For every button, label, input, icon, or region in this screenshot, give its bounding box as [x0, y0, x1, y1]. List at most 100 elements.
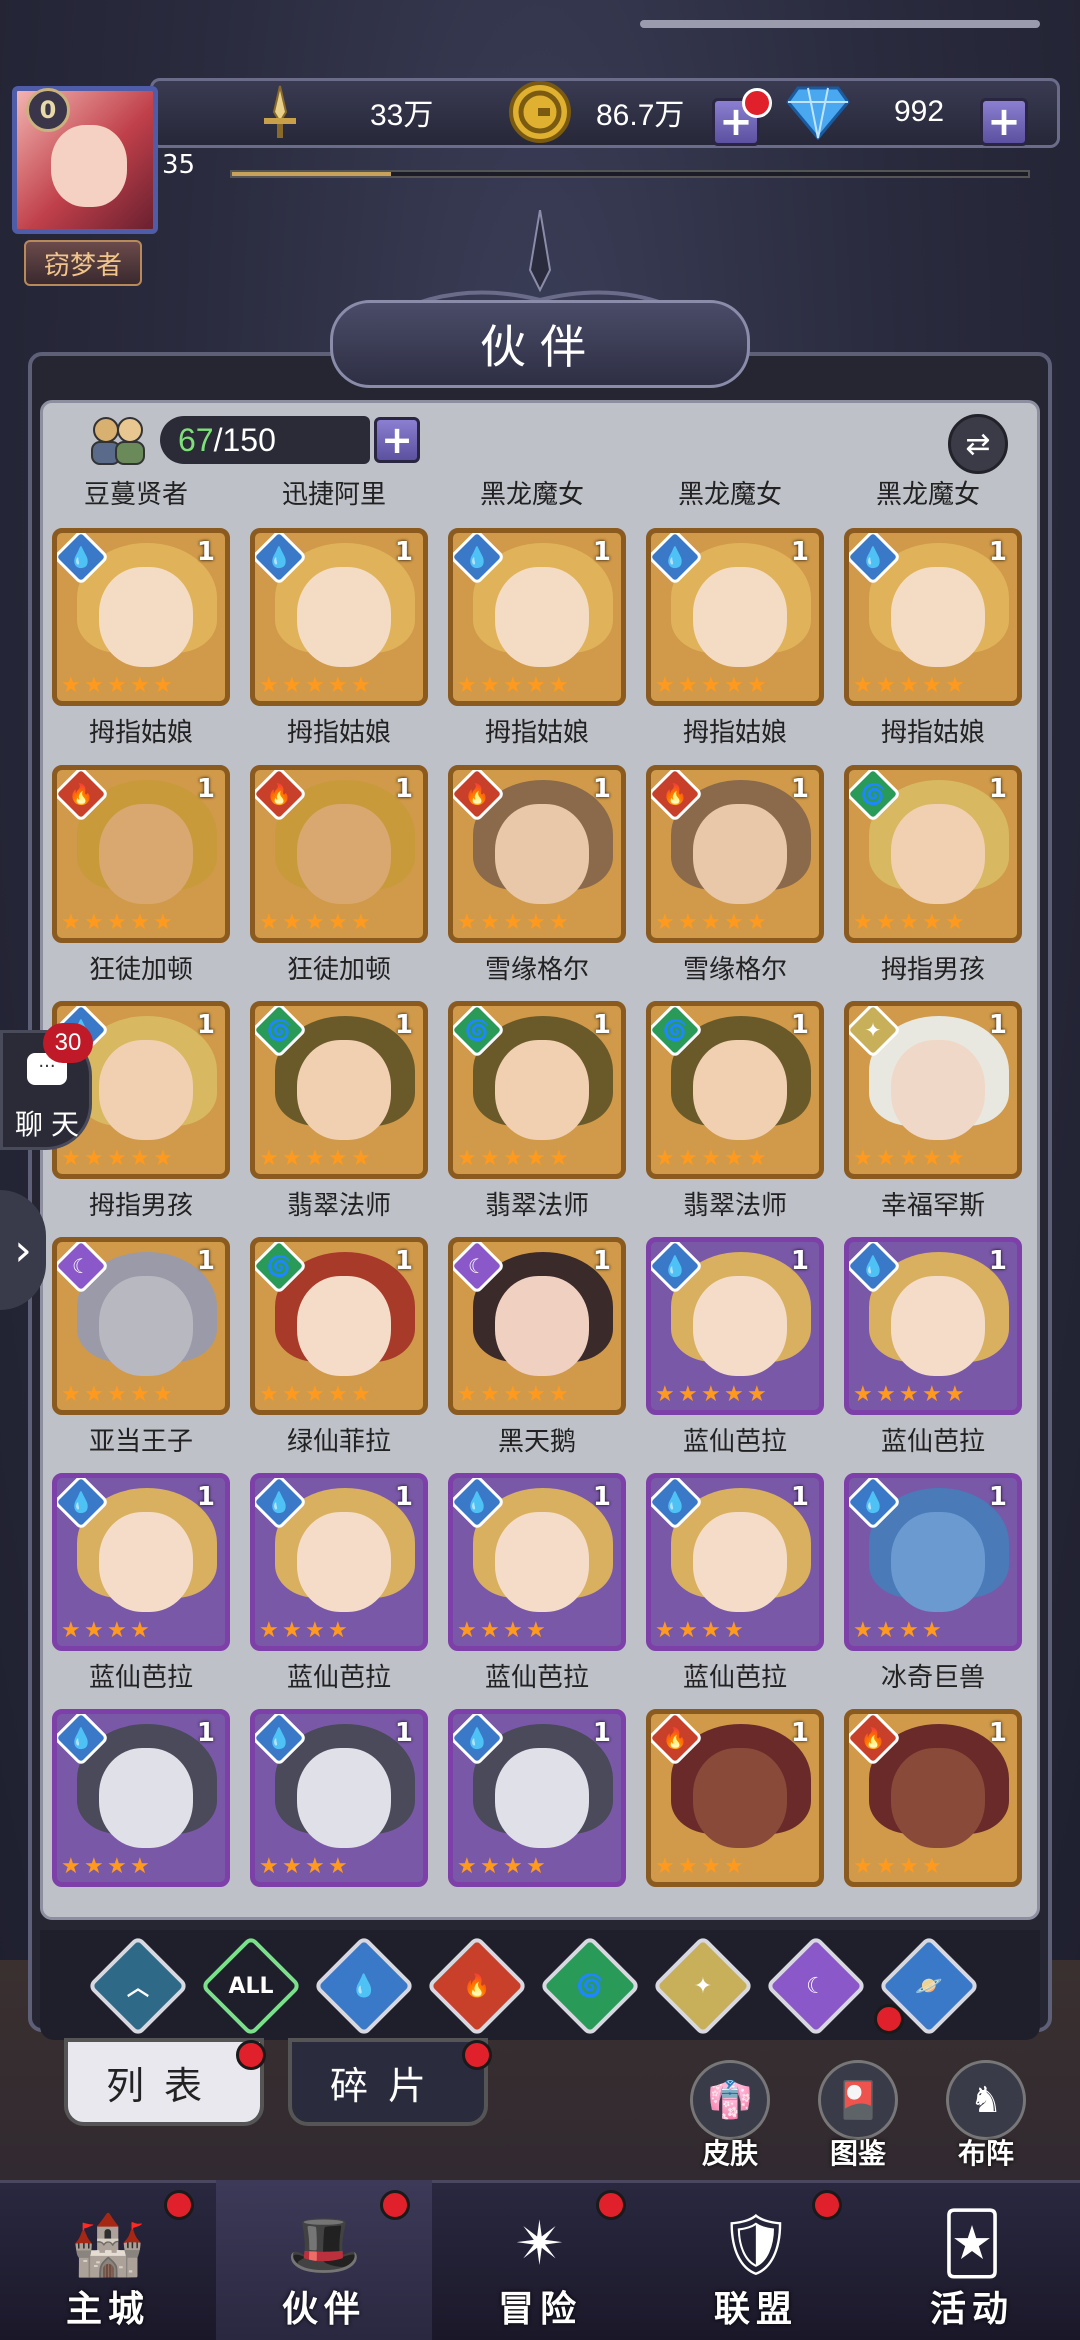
hero-card[interactable]: 🌀 1 ★ ★ ★ ★ ★ — [844, 765, 1022, 943]
star-icon: ★ — [153, 1382, 173, 1407]
star-icon: ★ — [130, 1382, 150, 1407]
notification-dot — [462, 2040, 492, 2070]
tab-fragments[interactable]: 碎片 — [288, 2038, 488, 2126]
hero-level: 1 — [988, 774, 1007, 804]
hero-card[interactable]: 💧 1 ★ ★ ★ ★ — [250, 1709, 428, 1887]
hero-card[interactable]: ☾ 1 ★ ★ ★ ★ ★ — [52, 1237, 230, 1415]
hero-name-label: 黑龙魔女 — [677, 480, 782, 510]
add-gems-button[interactable]: + — [980, 98, 1028, 146]
hero-card[interactable]: 💧1★★★★★ — [448, 528, 626, 706]
hero-card[interactable]: 💧 1 ★ ★ ★ ★ — [448, 1709, 626, 1887]
nav-events[interactable]: 🃏 活动 — [864, 2180, 1080, 2340]
hero-name-label: 蓝仙芭拉 — [88, 1663, 193, 1693]
hero-card[interactable]: 💧1★★★★★ — [52, 528, 230, 706]
gold-display: 86.7万 — [508, 81, 708, 143]
star-icon: ★ — [899, 910, 919, 935]
hero-card[interactable]: 🔥 1 ★ ★ ★ ★ — [844, 1709, 1022, 1887]
diamond-icon — [786, 86, 850, 140]
sword-icon — [264, 85, 296, 138]
star-icon: ★ — [747, 673, 767, 698]
star-icon: ★ — [724, 1618, 744, 1643]
hero-card[interactable]: 💧1★★★★★ — [250, 528, 428, 706]
star-rating: ★ ★ ★ ★ — [61, 1620, 152, 1642]
hero-portrait — [495, 1512, 589, 1612]
star-icon: ★ — [922, 1146, 942, 1171]
skins-button[interactable]: 👘 皮肤 — [680, 2060, 780, 2170]
star-icon: ★ — [480, 910, 500, 935]
hero-card[interactable]: ✦ 1 ★ ★ ★ ★ ★ — [844, 1001, 1022, 1179]
star-icon: ★ — [678, 1382, 698, 1407]
sort-toggle-button[interactable]: ⇄ — [948, 414, 1008, 474]
hero-card[interactable]: 🌀 1 ★ ★ ★ ★ ★ — [250, 1001, 428, 1179]
hero-card[interactable]: 💧 1 ★ ★ ★ ★ — [52, 1473, 230, 1651]
hero-card[interactable]: 🔥 1 ★ ★ ★ ★ ★ — [250, 765, 428, 943]
star-icon: ★ — [526, 1618, 546, 1643]
hero-capacity: 67/150 + — [84, 414, 420, 466]
hero-portrait — [297, 567, 391, 667]
hero-card[interactable]: 🌀 1 ★ ★ ★ ★ ★ — [646, 1001, 824, 1179]
star-icon: ★ — [153, 673, 173, 698]
hero-level: 1 — [196, 1482, 215, 1512]
chat-button[interactable]: ··· 聊天 30 — [0, 1023, 93, 1150]
hero-name-label: 冰奇巨兽 — [880, 1663, 985, 1693]
star-rating: ★ ★ ★ ★ ★ — [655, 1384, 769, 1406]
star-icon: ★ — [724, 673, 744, 698]
hero-portrait — [495, 1276, 589, 1376]
hero-portrait — [693, 804, 787, 904]
hero-card[interactable]: 💧1★★★★★ — [844, 1237, 1022, 1415]
star-rating: ★ ★ ★ ★ — [457, 1620, 548, 1642]
star-icon: ★ — [945, 1382, 965, 1407]
hero-level: 1 — [592, 774, 611, 804]
star-icon: ★ — [480, 1146, 500, 1171]
hero-card[interactable]: 🔥 1 ★ ★ ★ ★ ★ — [52, 765, 230, 943]
tab-list[interactable]: 列表 — [64, 2038, 264, 2126]
star-icon: ★ — [457, 1146, 477, 1171]
hero-portrait — [891, 1512, 985, 1612]
star-rating: ★ ★ ★ ★ ★ — [259, 1148, 373, 1170]
star-icon: ★ — [724, 1146, 744, 1171]
hero-level: 1 — [988, 1246, 1007, 1276]
hero-card[interactable]: ☾ 1 ★ ★ ★ ★ ★ — [448, 1237, 626, 1415]
star-icon: ★ — [84, 1146, 104, 1171]
expand-capacity-button[interactable]: + — [374, 417, 420, 463]
hero-level: 1 — [592, 1010, 611, 1040]
gallery-button[interactable]: 🎴 图鉴 — [808, 2060, 908, 2170]
castle-icon: 🏰 — [70, 2209, 146, 2280]
power-value: 33万 — [370, 99, 434, 132]
star-icon: ★ — [503, 1618, 523, 1643]
hero-card[interactable]: 🔥 1 ★ ★ ★ ★ ★ — [646, 765, 824, 943]
hero-card[interactable]: 🔥 1 ★ ★ ★ ★ ★ — [448, 765, 626, 943]
star-icon: ★ — [351, 1382, 371, 1407]
hero-card[interactable]: 💧 1 ★ ★ ★ ★ — [250, 1473, 428, 1651]
hero-card[interactable]: 💧 1 ★ ★ ★ ★ — [448, 1473, 626, 1651]
star-icon: ★ — [107, 1382, 127, 1407]
hero-portrait — [693, 1276, 787, 1376]
hero-card[interactable]: 💧1★★★★★ — [646, 1237, 824, 1415]
nav-label: 主城 — [65, 2289, 150, 2330]
hero-card[interactable]: 💧 1 ★ ★ ★ ★ — [844, 1473, 1022, 1651]
star-rating: ★ ★ ★ ★ — [61, 1856, 152, 1878]
hero-level: 1 — [394, 537, 413, 567]
player-title-tag: 窃梦者 — [24, 240, 142, 286]
skins-label: 皮肤 — [701, 2137, 758, 2170]
hero-card[interactable]: 💧1★★★★★ — [646, 528, 824, 706]
star-icon: ★ — [945, 1146, 965, 1171]
hero-name-label: 黑天鹅 — [497, 1427, 576, 1457]
formation-button[interactable]: ♞ 布阵 — [936, 2060, 1036, 2170]
hero-card[interactable]: 🌀 1 ★ ★ ★ ★ ★ — [250, 1237, 428, 1415]
hero-portrait — [99, 567, 193, 667]
star-icon: ★ — [305, 910, 325, 935]
shield-icon: 🛡 — [717, 2209, 795, 2280]
hero-card[interactable]: 🌀 1 ★ ★ ★ ★ ★ — [448, 1001, 626, 1179]
hero-card[interactable]: 🔥 1 ★ ★ ★ ★ — [646, 1709, 824, 1887]
hero-portrait — [99, 1512, 193, 1612]
star-icon: ★ — [457, 1618, 477, 1643]
star-icon: ★ — [305, 1382, 325, 1407]
hero-name-label: 拇指男孩 — [88, 1191, 193, 1221]
vip-level-badge: 0 — [26, 88, 70, 132]
star-rating: ★ ★ ★ ★ ★ — [655, 675, 769, 697]
hero-card[interactable]: 💧 1 ★ ★ ★ ★ — [646, 1473, 824, 1651]
hero-card[interactable]: 💧1★★★★★ — [844, 528, 1022, 706]
star-icon: ★ — [678, 673, 698, 698]
hero-card[interactable]: 💧 1 ★ ★ ★ ★ — [52, 1709, 230, 1887]
